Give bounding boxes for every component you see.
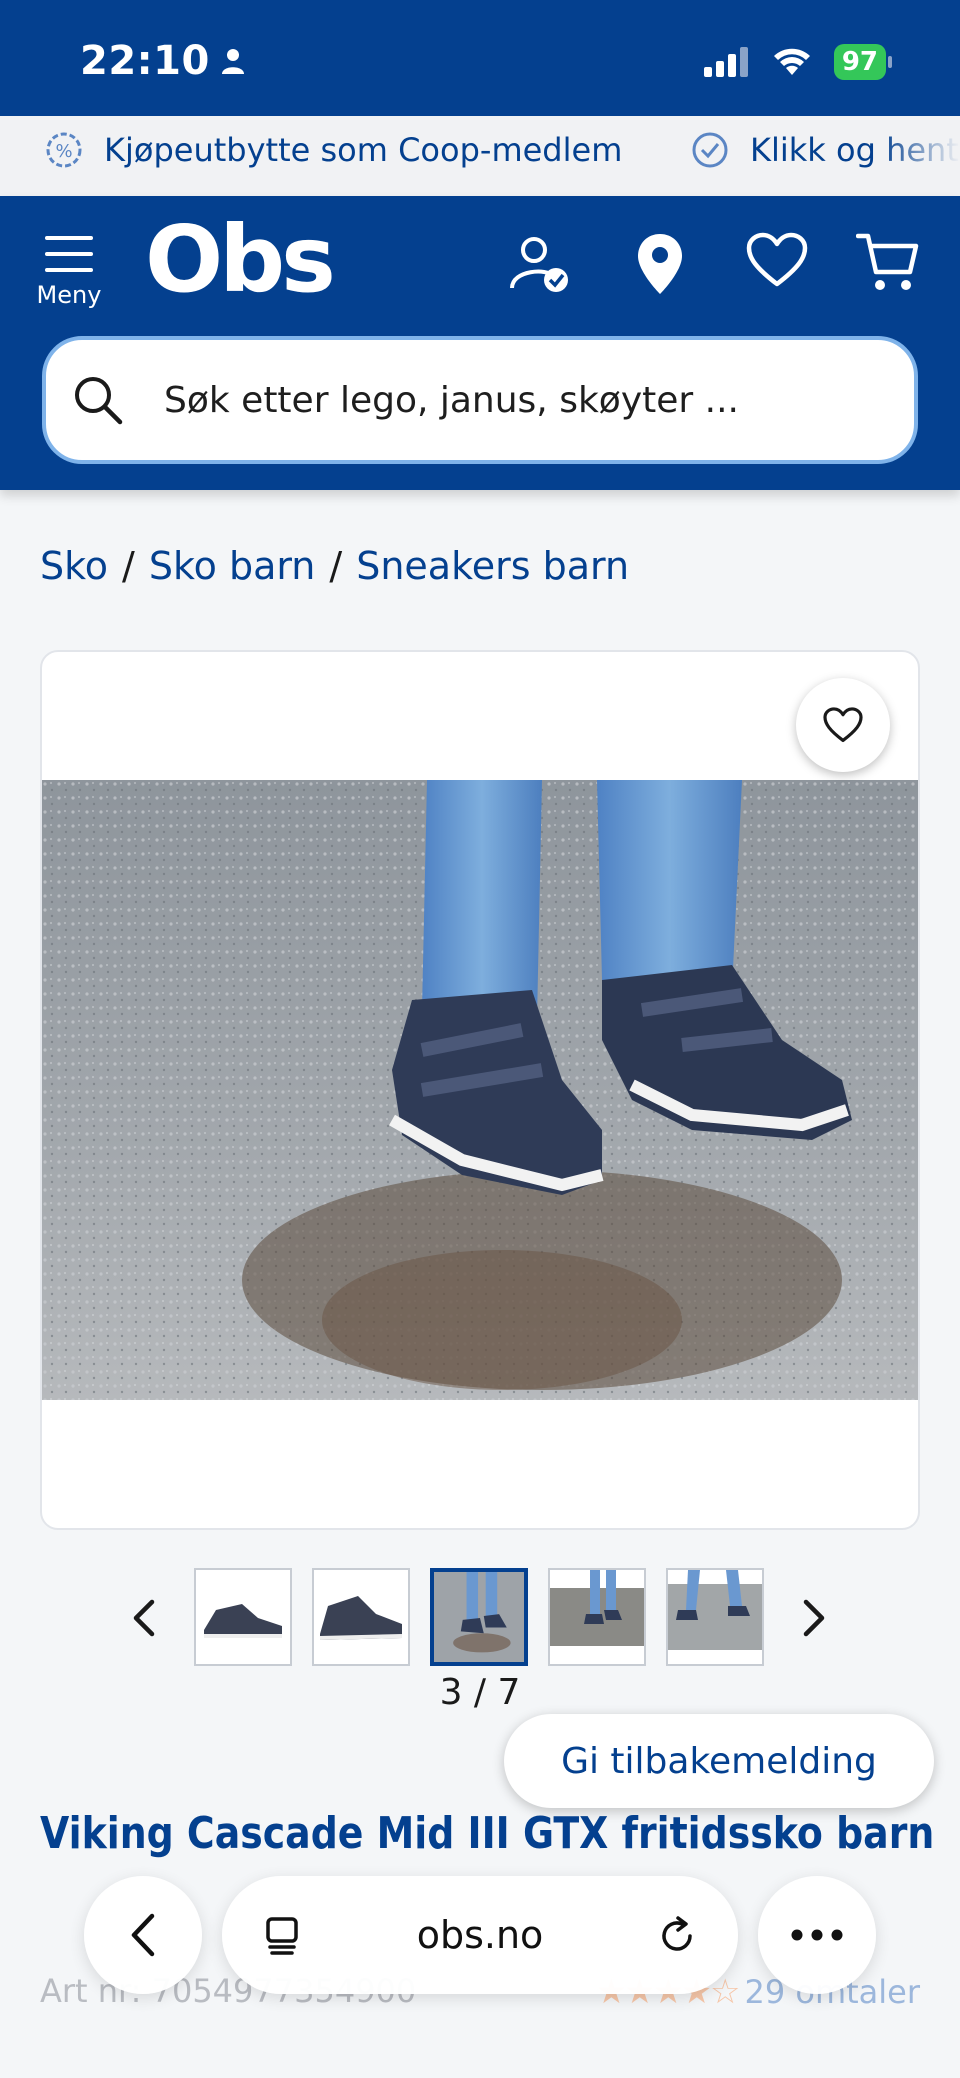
- browser-address-bar[interactable]: obs.no: [222, 1876, 738, 1994]
- product-photo[interactable]: [42, 780, 918, 1400]
- chevron-left-icon: [133, 1599, 155, 1637]
- thumbnail-4[interactable]: [548, 1568, 646, 1666]
- user-check-icon: [510, 237, 568, 292]
- hamburger-icon: [45, 236, 93, 272]
- store-locator-button[interactable]: [636, 232, 684, 301]
- account-button[interactable]: [508, 232, 572, 301]
- status-icons: 97: [703, 44, 892, 80]
- menu-label: Meny: [36, 281, 102, 309]
- signal-icon: [703, 47, 748, 77]
- thumbnail-shoe-image: [314, 1570, 408, 1664]
- reload-icon[interactable]: [658, 1914, 698, 1956]
- status-time-text: 22:10: [80, 38, 210, 84]
- chevron-left-icon: [131, 1913, 155, 1957]
- url-text[interactable]: obs.no: [417, 1913, 544, 1957]
- battery-level: 97: [833, 44, 886, 80]
- tabs-icon: [266, 1917, 298, 1955]
- thumbnail-5[interactable]: [666, 1568, 764, 1666]
- thumbnail-next-button[interactable]: [800, 1598, 828, 1643]
- site-header: Meny Obs Søk etter lego, janus, skøyter …: [0, 196, 960, 490]
- thumbnail-2[interactable]: [312, 1568, 410, 1666]
- person-icon: [221, 49, 244, 74]
- gallery-counter: 3 / 7: [439, 1672, 521, 1713]
- thumbnail-shoe-image: [196, 1570, 290, 1664]
- product-title: Viking Cascade Mid III GTX fritidssko ba…: [40, 1808, 935, 1859]
- check-circle-icon: [692, 132, 728, 168]
- favorites-button[interactable]: [746, 232, 808, 293]
- breadcrumb-link-sko-barn[interactable]: Sko barn: [149, 544, 316, 588]
- percent-badge-icon: %: [46, 132, 82, 168]
- thumbnail-strip: [0, 1568, 960, 1668]
- browser-toolbar: obs.no: [0, 1870, 960, 2000]
- heart-outline-icon: [823, 707, 863, 743]
- promo-fade: [880, 116, 960, 196]
- breadcrumb-separator: /: [329, 544, 343, 588]
- battery-tip: [888, 56, 892, 68]
- cart-button[interactable]: [855, 232, 920, 299]
- browser-back-button[interactable]: [84, 1876, 202, 1994]
- thumbnail-puddle-image: [434, 1572, 524, 1662]
- feedback-button[interactable]: Gi tilbakemelding: [504, 1714, 934, 1808]
- cart-icon: [855, 233, 919, 290]
- battery-indicator: 97: [833, 44, 892, 80]
- breadcrumb: Sko / Sko barn / Sneakers barn: [40, 544, 629, 588]
- promo-label-coop: Kjøpeutbytte som Coop-medlem: [104, 131, 623, 169]
- search-box[interactable]: Søk etter lego, janus, skøyter ...: [42, 336, 918, 464]
- more-dots-icon: [791, 1929, 843, 1941]
- location-pin-icon: [638, 234, 682, 294]
- breadcrumb-separator: /: [122, 544, 135, 588]
- add-to-favorites-button[interactable]: [796, 678, 890, 772]
- wifi-icon: [773, 48, 810, 75]
- thumbnail-3[interactable]: [430, 1568, 528, 1666]
- status-time: 22:10: [80, 38, 246, 84]
- status-bar: 22:10 97: [0, 0, 960, 116]
- search-input[interactable]: Søk etter lego, janus, skøyter ...: [164, 380, 739, 421]
- product-image-card[interactable]: [40, 650, 920, 1530]
- breadcrumb-link-sko[interactable]: Sko: [40, 544, 108, 588]
- chevron-right-icon: [803, 1599, 825, 1637]
- thumbnail-1[interactable]: [194, 1568, 292, 1666]
- menu-button[interactable]: Meny: [34, 234, 104, 309]
- svg-text:%: %: [55, 141, 72, 162]
- breadcrumb-link-sneakers-barn[interactable]: Sneakers barn: [356, 544, 629, 588]
- browser-more-button[interactable]: [758, 1876, 876, 1994]
- promo-item-coop[interactable]: % Kjøpeutbytte som Coop-medlem: [44, 130, 622, 170]
- search-icon: [75, 377, 123, 425]
- thumbnail-puddle-image: [668, 1570, 762, 1664]
- promo-bar: % Kjøpeutbytte som Coop-medlem Klikk og …: [0, 116, 960, 196]
- thumbnail-prev-button[interactable]: [130, 1598, 158, 1643]
- obs-logo[interactable]: Obs: [145, 214, 336, 306]
- heart-icon: [746, 232, 808, 287]
- thumbnail-puddle-image: [550, 1570, 644, 1664]
